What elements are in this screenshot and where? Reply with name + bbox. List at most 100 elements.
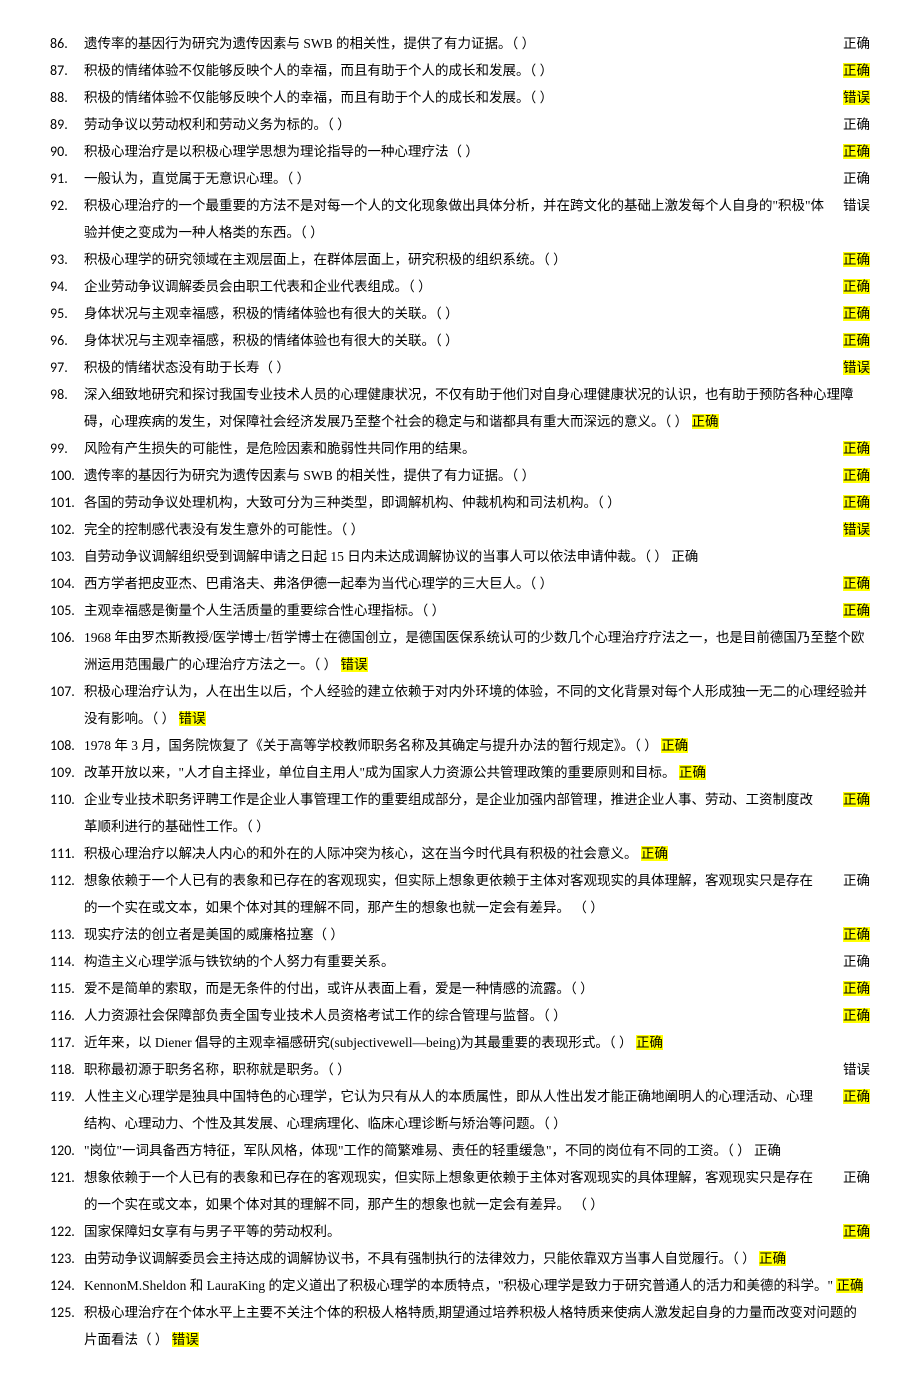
answer-label: 正确 <box>843 117 870 132</box>
question-item: 88.积极的情绪体验不仅能够反映个人的幸福，而且有助于个人的成长和发展。（ ）错… <box>50 84 870 111</box>
question-text: 各国的劳动争议处理机构，大致可分为三种类型，即调解机构、仲裁机构和司法机构。（ … <box>84 489 825 516</box>
answer-label: 正确 <box>843 927 870 942</box>
question-text: "岗位"一词具备西方特征，军队风格，体现"工作的简繁难易、责任的轻重缓急"，不同… <box>84 1143 754 1158</box>
question-item: 118. 职称最初源于职务名称，职称就是职务。（ ） 错误 <box>50 1056 870 1083</box>
answer-label: 正确 <box>843 36 870 51</box>
answer-label: 正确 <box>836 1278 863 1293</box>
question-text: KennonM.Sheldon 和 LauraKing 的定义道出了积极心理学的… <box>84 1278 836 1293</box>
answer-label: 正确 <box>759 1251 786 1266</box>
question-number: 107. <box>50 678 75 706</box>
question-number: 97. <box>50 354 68 382</box>
question-item: 119. 人性主义心理学是独具中国特色的心理学，它认为只有从人的本质属性，即从人性… <box>50 1083 870 1137</box>
answer-label: 正确 <box>692 414 719 429</box>
question-item: 90.积极心理治疗是以积极心理学思想为理论指导的一种心理疗法（ ）正确 <box>50 138 870 165</box>
question-text: 积极心理治疗的一个最重要的方法不是对每一个人的文化现象做出具体分析，并在跨文化的… <box>84 192 825 246</box>
answer-label: 正确 <box>843 495 870 510</box>
question-item: 103.自劳动争议调解组织受到调解申请之日起 15 日内未达成调解协议的当事人可… <box>50 543 870 570</box>
question-text: 风险有产生损失的可能性，是危险因素和脆弱性共同作用的结果。 <box>84 435 825 462</box>
question-item: 105.主观幸福感是衡量个人生活质量的重要综合性心理指标。（ ）正确 <box>50 597 870 624</box>
question-number: 105. <box>50 597 75 625</box>
question-number: 116. <box>50 1002 75 1030</box>
question-item: 113. 现实疗法的创立者是美国的威廉格拉塞（ ） 正确 <box>50 921 870 948</box>
answer-label: 正确 <box>843 1170 870 1185</box>
question-number: 101. <box>50 489 75 517</box>
question-number: 100. <box>50 462 75 490</box>
answer-label: 正确 <box>843 1008 870 1023</box>
question-text: 积极的情绪体验不仅能够反映个人的幸福，而且有助于个人的成长和发展。（ ） <box>84 57 825 84</box>
question-text: 由劳动争议调解委员会主持达成的调解协议书，不具有强制执行的法律效力，只能依靠双方… <box>84 1251 759 1266</box>
question-item: 102.完全的控制感代表没有发生意外的可能性。（ ）错误 <box>50 516 870 543</box>
question-number: 111. <box>50 840 75 868</box>
answer-label: 正确 <box>843 603 870 618</box>
question-number: 109. <box>50 759 75 787</box>
question-number: 113. <box>50 921 75 949</box>
question-item: 92. 积极心理治疗的一个最重要的方法不是对每一个人的文化现象做出具体分析，并在跨… <box>50 192 870 246</box>
answer-label: 正确 <box>843 171 870 186</box>
question-number: 115. <box>50 975 75 1003</box>
question-number: 114. <box>50 948 75 976</box>
question-number: 110. <box>50 786 75 814</box>
question-number: 99. <box>50 435 68 463</box>
question-text: 自劳动争议调解组织受到调解申请之日起 15 日内未达成调解协议的当事人可以依法申… <box>84 549 671 564</box>
question-number: 104. <box>50 570 75 598</box>
question-item: 123.由劳动争议调解委员会主持达成的调解协议书，不具有强制执行的法律效力，只能… <box>50 1245 870 1272</box>
question-text: 积极心理治疗是以积极心理学思想为理论指导的一种心理疗法（ ） <box>84 138 825 165</box>
question-number: 98. <box>50 381 68 409</box>
question-number: 90. <box>50 138 68 166</box>
question-number: 92. <box>50 192 68 220</box>
question-item: 96.身体状况与主观幸福感，积极的情绪体验也有很大的关联。（ ）正确 <box>50 327 870 354</box>
question-item: 101. 各国的劳动争议处理机构，大致可分为三种类型，即调解机构、仲裁机构和司法机… <box>50 489 870 516</box>
question-number: 121. <box>50 1164 75 1192</box>
question-text: 身体状况与主观幸福感，积极的情绪体验也有很大的关联。（ ） <box>84 327 825 354</box>
answer-label: 正确 <box>843 954 870 969</box>
question-item: 115.爱不是简单的索取，而是无条件的付出，或许从表面上看，爱是一种情感的流露。… <box>50 975 870 1002</box>
answer-label: 正确 <box>843 981 870 996</box>
question-item: 95.身体状况与主观幸福感，积极的情绪体验也有很大的关联。（ ）正确 <box>50 300 870 327</box>
answer-label: 错误 <box>341 657 368 672</box>
question-text: 积极的情绪状态没有助于长寿（ ） <box>84 354 825 381</box>
question-item: 107.积极心理治疗认为，人在出生以后，个人经验的建立依赖于对内外环境的体验，不… <box>50 678 870 732</box>
question-number: 112. <box>50 867 75 895</box>
question-item: 109. 改革开放以来，"人才自主择业，单位自主用人"成为国家人力资源公共管理政策… <box>50 759 870 786</box>
question-item: 117.近年来，以 Diener 倡导的主观幸福感研究(subjectivewe… <box>50 1029 870 1056</box>
question-number: 96. <box>50 327 68 355</box>
question-item: 108.1978 年 3 月，国务院恢复了《关于高等学校教师职务名称及其确定与提… <box>50 732 870 759</box>
question-number: 122. <box>50 1218 75 1246</box>
question-number: 118. <box>50 1056 75 1084</box>
answer-label: 正确 <box>843 468 870 483</box>
question-number: 106. <box>50 624 75 652</box>
answer-label: 正确 <box>843 63 870 78</box>
answer-label: 正确 <box>843 1089 870 1104</box>
question-text: 职称最初源于职务名称，职称就是职务。（ ） <box>84 1056 825 1083</box>
question-text: 积极心理学的研究领域在主观层面上，在群体层面上，研究积极的组织系统。（ ） <box>84 246 825 273</box>
question-number: 124. <box>50 1272 75 1300</box>
question-item: 125. 积极心理治疗在个体水平上主要不关注个体的积极人格特质,期望通过培养积极人… <box>50 1299 870 1353</box>
question-text: 国家保障妇女享有与男子平等的劳动权利。 <box>84 1218 825 1245</box>
question-number: 125. <box>50 1299 75 1327</box>
question-item: 111.积极心理治疗以解决人内心的和外在的人际冲突为核心，这在当今时代具有积极的… <box>50 840 870 867</box>
question-number: 119. <box>50 1083 75 1111</box>
answer-label: 错误 <box>843 1062 870 1077</box>
question-item: 124. KennonM.Sheldon 和 LauraKing 的定义道出了积极… <box>50 1272 870 1299</box>
question-item: 122.国家保障妇女享有与男子平等的劳动权利。正确 <box>50 1218 870 1245</box>
answer-label: 正确 <box>679 765 706 780</box>
question-item: 121.想象依赖于一个人已有的表象和已存在的客观现实，但实际上想象更依赖于主体对… <box>50 1164 870 1218</box>
question-text: 改革开放以来，"人才自主择业，单位自主用人"成为国家人力资源公共管理政策的重要原… <box>84 765 679 780</box>
question-text: 企业劳动争议调解委员会由职工代表和企业代表组成。（ ） <box>84 273 825 300</box>
question-item: 89.劳动争议以劳动权利和劳动义务为标的。（ ）正确 <box>50 111 870 138</box>
question-item: 100.遗传率的基因行为研究为遗传因素与 SWB 的相关性，提供了有力证据。（ … <box>50 462 870 489</box>
question-text: 积极心理治疗在个体水平上主要不关注个体的积极人格特质,期望通过培养积极人格特质来… <box>84 1305 857 1347</box>
question-text: 人性主义心理学是独具中国特色的心理学，它认为只有从人的本质属性，即从人性出发才能… <box>84 1083 825 1137</box>
question-text: 积极的情绪体验不仅能够反映个人的幸福，而且有助于个人的成长和发展。（ ） <box>84 84 825 111</box>
question-text: 现实疗法的创立者是美国的威廉格拉塞（ ） <box>84 921 825 948</box>
question-text: 企业专业技术职务评聘工作是企业人事管理工作的重要组成部分，是企业加强内部管理，推… <box>84 786 825 840</box>
question-number: 120. <box>50 1137 75 1165</box>
answer-label: 正确 <box>843 792 870 807</box>
answer-label: 错误 <box>843 522 870 537</box>
question-text: 一般认为，直觉属于无意识心理。（ ） <box>84 165 825 192</box>
question-item: 104.西方学者把皮亚杰、巴甫洛夫、弗洛伊德一起奉为当代心理学的三大巨人。（ ）… <box>50 570 870 597</box>
answer-label: 正确 <box>843 576 870 591</box>
question-item: 114.构造主义心理学派与铁钦纳的个人努力有重要关系。正确 <box>50 948 870 975</box>
answer-label: 正确 <box>843 252 870 267</box>
question-item: 116.人力资源社会保障部负责全国专业技术人员资格考试工作的综合管理与监督。（ … <box>50 1002 870 1029</box>
